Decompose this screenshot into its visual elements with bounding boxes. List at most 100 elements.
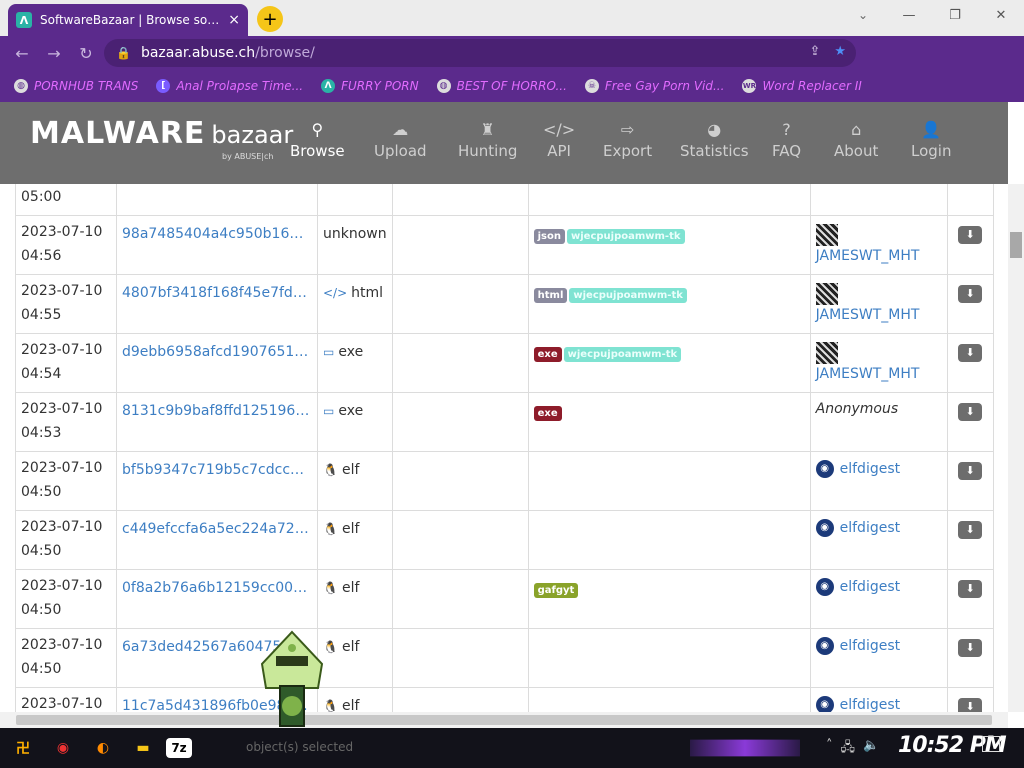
download-cloud-icon[interactable]: ⬇: [958, 403, 983, 421]
reporter-link[interactable]: elfdigest: [840, 697, 901, 712]
volume-icon[interactable]: 🔈: [863, 738, 879, 760]
download-cloud-icon[interactable]: ⬇: [958, 285, 983, 303]
reporter-link[interactable]: JAMESWT_MHT: [816, 248, 920, 264]
sha256-link[interactable]: bf5b9347c719b5c7cdcc8f...: [122, 462, 310, 478]
nav-export[interactable]: ⇨ Export: [603, 120, 652, 160]
show-hidden-icons-chevron-icon[interactable]: ˄: [826, 738, 833, 760]
malwarebazaar-logo[interactable]: MALWARE bazaar by ABUSE|ch: [30, 116, 293, 161]
table-row: 05:00: [15, 184, 994, 216]
close-window-button[interactable]: ✕: [978, 0, 1024, 30]
file-explorer-icon[interactable]: ▬: [126, 733, 160, 763]
nav-upload[interactable]: ☁ Upload: [374, 120, 427, 160]
download-cell: ⬇: [946, 687, 994, 712]
network-icon[interactable]: 🖧: [841, 738, 856, 760]
vertical-scroll-thumb[interactable]: [1010, 232, 1022, 258]
nav-login[interactable]: 👤 Login: [911, 120, 951, 160]
nav-hunting[interactable]: ♜ Hunting: [458, 120, 517, 160]
user-icon: 👤: [921, 120, 942, 139]
search-icon: ⚲: [311, 120, 324, 139]
tag-badge[interactable]: html: [533, 288, 568, 303]
nav-browse[interactable]: ⚲ Browse: [290, 120, 345, 160]
maximize-button[interactable]: ❐: [932, 0, 978, 30]
tab-search-chevron-icon[interactable]: ⌄: [845, 0, 881, 30]
file-type: elf: [341, 639, 360, 655]
file-type: html: [351, 285, 384, 301]
notification-center-icon[interactable]: [982, 736, 1000, 752]
download-cloud-icon[interactable]: ⬇: [958, 639, 983, 657]
browse-table-container: 05:00 2023-07-10 04:56 98a7485404a4c950b167…: [0, 184, 1008, 712]
signature-cell: [391, 274, 529, 334]
tag-badge[interactable]: gafgyt: [533, 583, 579, 598]
tab-close-icon[interactable]: ×: [228, 12, 240, 28]
file-type: elf: [341, 521, 360, 537]
hash-cell: bf5b9347c719b5c7cdcc8f...: [116, 451, 318, 511]
table-row: 2023-07-10 04:50 6a73ded42567a60475... 🐧 elf…: [15, 628, 994, 688]
bookmark-item[interactable]: [Anal Prolapse Time...: [156, 79, 303, 93]
bookmark-item[interactable]: ◍ PORNHUB TRANS: [14, 79, 138, 93]
new-tab-button[interactable]: +: [257, 6, 283, 32]
type-cell: 🐧 elf: [317, 628, 393, 688]
download-cloud-icon[interactable]: ⬇: [958, 226, 983, 244]
reporter-link[interactable]: elfdigest: [840, 579, 901, 595]
skull-icon: ☠: [584, 79, 599, 93]
sha256-link[interactable]: d9ebb6958afcd190765148...: [122, 344, 310, 360]
tab-softwarebazaar[interactable]: Λ SoftwareBazaar | Browse softw ×: [8, 4, 248, 36]
tag-badge[interactable]: exe: [533, 347, 562, 362]
reporter-link[interactable]: JAMESWT_MHT: [816, 366, 920, 382]
tag-badge[interactable]: exe: [533, 406, 562, 421]
bookmark-item[interactable]: ◍ BEST OF HORRO...: [436, 79, 567, 93]
reporter-link[interactable]: elfdigest: [840, 520, 901, 536]
download-cloud-icon[interactable]: ⬇: [958, 580, 983, 598]
back-arrow-icon[interactable]: ←: [6, 37, 38, 69]
bookmark-item[interactable]: WR Word Replacer II: [742, 79, 862, 93]
sha256-link[interactable]: 0f8a2b76a6b12159cc006a...: [122, 580, 310, 596]
nav-about[interactable]: ⌂ About: [834, 120, 878, 160]
date-cell: 05:00: [15, 184, 117, 216]
file-type: elf: [341, 580, 360, 596]
download-cloud-icon[interactable]: ⬇: [958, 462, 983, 480]
7zip-icon[interactable]: 7z: [166, 738, 192, 758]
eye-icon: ◉: [815, 637, 834, 655]
desktop-mascot-character[interactable]: [258, 630, 326, 730]
bookmark-item[interactable]: Λ FURRY PORN: [321, 79, 419, 93]
download-cloud-icon[interactable]: ⬇: [958, 521, 983, 539]
horizontal-scroll-thumb[interactable]: [16, 715, 992, 725]
nav-statistics[interactable]: ◕ Statistics: [680, 120, 749, 160]
download-cloud-icon[interactable]: ⬇: [958, 698, 983, 712]
reporter-link[interactable]: elfdigest: [840, 638, 901, 654]
tag-badge[interactable]: wjecpujpoamwm-tk: [567, 229, 685, 244]
share-icon[interactable]: ⇪: [809, 44, 820, 59]
type-cell: ▭ exe: [317, 333, 393, 393]
horizontal-scrollbar[interactable]: [0, 712, 1008, 728]
forward-arrow-icon[interactable]: →: [38, 37, 70, 69]
chrome-icon[interactable]: ◉: [46, 733, 80, 763]
nav-api[interactable]: </> API: [543, 120, 575, 160]
start-menu-icon[interactable]: 卍: [6, 733, 40, 763]
reporter-link[interactable]: JAMESWT_MHT: [816, 307, 920, 323]
table-row: 2023-07-10 04:50 c449efccfa6a5ec224a728...…: [15, 510, 994, 570]
date-cell: 2023-07-10 04:54: [15, 333, 117, 393]
tag-badge[interactable]: json: [533, 229, 565, 244]
sha256-link[interactable]: 8131c9b9baf8ffd125196f01...: [122, 403, 310, 419]
vertical-scrollbar[interactable]: [1008, 184, 1024, 712]
bookmark-star-icon[interactable]: ★: [834, 44, 846, 59]
bookmark-item[interactable]: ☠ Free Gay Porn Vid...: [584, 79, 724, 93]
sha256-link[interactable]: c449efccfa6a5ec224a728...: [122, 521, 310, 537]
table-row: 2023-07-10 04:50 0f8a2b76a6b12159cc006a...…: [15, 569, 994, 629]
nav-faq[interactable]: ? FAQ: [772, 120, 801, 160]
tag-badge[interactable]: wjecpujpoamwm-tk: [563, 347, 682, 362]
address-bar[interactable]: 🔒 bazaar.abuse.ch/browse/ ⇪ ★: [104, 39, 856, 67]
tags-cell: [527, 628, 811, 688]
firefox-icon[interactable]: ◐: [86, 733, 120, 763]
tags-cell: gafgyt: [527, 569, 811, 629]
minimize-button[interactable]: —: [886, 0, 932, 30]
download-cloud-icon[interactable]: ⬇: [958, 344, 983, 362]
samples-table: 05:00 2023-07-10 04:56 98a7485404a4c950b167…: [15, 184, 994, 712]
sha256-link[interactable]: 98a7485404a4c950b167e...: [122, 226, 310, 242]
tag-badge[interactable]: wjecpujpoamwm-tk: [569, 288, 687, 303]
reporter-link[interactable]: elfdigest: [840, 461, 901, 477]
reload-icon[interactable]: ↻: [70, 37, 102, 69]
tags-cell: json wjecpujpoamwm-tk: [527, 215, 811, 275]
table-row: 2023-07-10 04:56 98a7485404a4c950b167e... u…: [15, 215, 994, 275]
sha256-link[interactable]: 4807bf3418f168f45e7fdf3...: [122, 285, 310, 301]
